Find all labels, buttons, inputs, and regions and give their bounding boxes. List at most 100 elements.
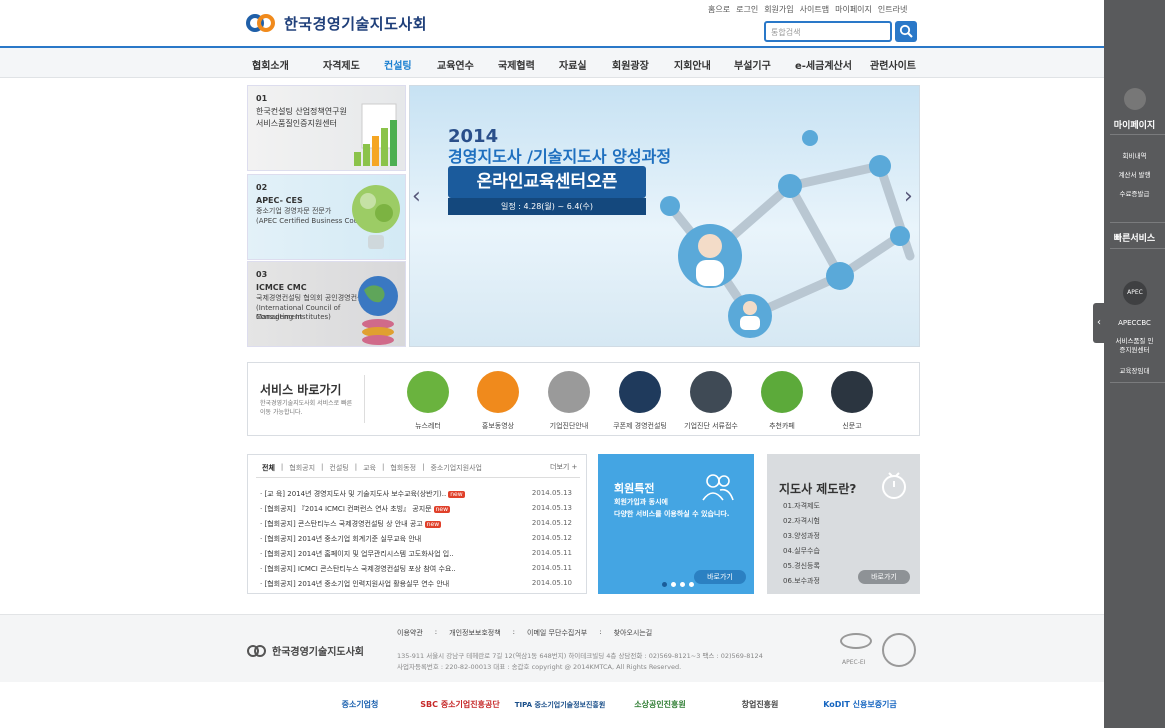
util-link-sitemap[interactable]: 사이트맵 (800, 4, 829, 15)
list-item[interactable]: · [협회공지] 2014년 중소기업 인력지원사업 활용실무 연수 안내 201… (260, 579, 580, 592)
list-item-date: 2014.05.10 (531, 579, 572, 587)
list-item-title: [협회공지] ICMCI 콘스탄티누스 국제경영컨설팅 포상 참여 수요.. (264, 565, 456, 573)
partner-logo-kodit[interactable]: KoDIT 신용보증기금 (810, 694, 910, 716)
list-item[interactable]: 01.자격제도 (783, 499, 820, 514)
nav-item-consulting[interactable]: 컨설팅 (384, 57, 437, 72)
tab-sme-support[interactable]: 중소기업지원사업 (430, 463, 482, 473)
util-link-home[interactable]: 홈으로 (708, 4, 730, 15)
nav-item-library[interactable]: 자료실 (559, 57, 612, 72)
site-logo[interactable]: 한국경영기술지도사회 (246, 12, 427, 34)
partner-logo-semas[interactable]: 소상공인진흥원 (610, 694, 710, 716)
partner-logo-kised[interactable]: 창업진흥원 (710, 694, 810, 716)
list-item[interactable]: 05.경신등록 (783, 559, 820, 574)
dot[interactable] (662, 582, 667, 587)
dot[interactable] (680, 582, 685, 587)
logo-mark-icon (246, 12, 280, 34)
sidebar-link-room-rental[interactable]: 교육장임대 (1104, 365, 1165, 375)
nav-item-certification[interactable]: 자격제도 (323, 57, 384, 72)
shortcut-document-submit[interactable]: 기업진단 서류접수 (676, 371, 746, 431)
shortcut-coupon-consulting[interactable]: 쿠폰제 경영컨설팅 (605, 371, 675, 431)
lightbulb-tree-icon (352, 185, 400, 249)
footer-link-terms[interactable]: 이용약관 (397, 628, 423, 638)
list-item[interactable]: 02.자격시험 (783, 514, 820, 529)
list-item[interactable]: 04.실무수습 (783, 544, 820, 559)
feature-box-apec-ces[interactable]: 02 APEC- CES 중소기업 경영자문 전문가 (APEC Certifi… (247, 174, 406, 260)
icmci-seal-icon (882, 633, 916, 667)
util-link-login[interactable]: 로그인 (736, 4, 758, 15)
nav-item-affiliates[interactable]: 부설기구 (734, 57, 795, 72)
footer-logo: 한국경영기술지도사회 (246, 643, 364, 658)
shortcut-cafe[interactable]: 추천카페 (747, 371, 817, 431)
partner-logo-smba[interactable]: 중소기업청 (310, 694, 410, 716)
list-item[interactable]: · [협회공지] 콘스탄티누스 국제경영컨설팅 상 안내 공고 new 2014.0… (260, 519, 580, 532)
feature-box-service-quality[interactable]: 01 한국컨설팅 산업정책연구원 서비스품질인증지원센터 (247, 85, 406, 171)
list-item[interactable]: · [교 육] 2014년 경영지도사 및 기술지도사 보수교육(상반기).. n… (260, 489, 580, 502)
nav-item-e-tax[interactable]: e-세금계산서 (795, 57, 870, 72)
sidebar-link-service-quality[interactable]: 서비스품질 인증지원센터 (1104, 337, 1165, 355)
search-button[interactable] (895, 21, 917, 42)
partner-logo-tipa[interactable]: TIPA 중소기업기술정보진흥원 (510, 694, 610, 716)
nav-item-international[interactable]: 국제협력 (498, 57, 559, 72)
coffee-cup-icon (761, 371, 803, 413)
tab-activities[interactable]: 협회동정 (390, 463, 416, 473)
divider (1110, 248, 1165, 249)
divider (256, 477, 580, 478)
footer-link-privacy[interactable]: 개인정보보호정책 (449, 628, 501, 638)
search-input[interactable]: 통합검색 (764, 21, 892, 42)
util-link-mypage[interactable]: 마이페이지 (835, 4, 872, 15)
sidebar-link-certificate[interactable]: 수료증발급 (1104, 188, 1165, 198)
sidebar-link-apeccbc[interactable]: APECCBC (1104, 319, 1165, 327)
list-item[interactable]: · [협회공지] 2014년 홈페이지 및 업무관리시스템 고도화사업 입.. 2… (260, 549, 580, 562)
utility-links: 홈으로 로그인 회원가입 사이트맵 마이페이지 인트라넷 (708, 4, 907, 15)
list-item-title: [협회공지] 2014년 중소기업 인력지원사업 활용실무 연수 안내 (264, 580, 450, 588)
banner-prev-icon[interactable]: ‹ (412, 184, 421, 209)
feature-box-icmce-cmc[interactable]: 03 ICMCE CMC 국제경영컨설팅 협의회 공인경영컨설턴트 (Inter… (247, 261, 406, 347)
footer-link-email-refusal[interactable]: 이메일 무단수집거부 (527, 628, 587, 638)
list-item[interactable]: · [협회공지] 2014년 중소기업 회계기준 실무교육 안내 2014.05.… (260, 534, 580, 547)
member-benefits-box[interactable]: 회원특전 회원가입과 동시에 다양한 서비스를 이용하실 수 있습니다. 바로가… (598, 454, 754, 594)
service-shortcuts-title: 서비스 바로가기 (260, 383, 342, 397)
sidebar-mypage[interactable]: 마이페이지 (1104, 118, 1165, 131)
divider (1110, 382, 1165, 383)
shortcut-petition[interactable]: 신문고 (817, 371, 887, 431)
more-link[interactable]: 더보기 + (550, 462, 577, 472)
list-item[interactable]: · [협회공지] ICMCI 콘스탄티누스 국제경영컨설팅 포상 참여 수요..… (260, 564, 580, 577)
sidebar-link-invoice[interactable]: 계산서 발행 (1104, 169, 1165, 179)
list-item[interactable]: 03.양성과정 (783, 529, 820, 544)
member-benefits-desc2: 다양한 서비스를 이용하실 수 있습니다. (614, 510, 730, 518)
footer-address: 135-911 서울시 강남구 테헤란로 7길 12(역삼1동 648번지) 하… (397, 651, 763, 673)
dot[interactable] (689, 582, 694, 587)
list-item[interactable]: · [협회공지] 『2014 ICMCI 컨퍼런스 연사 초빙』 공지문 new 2… (260, 504, 580, 517)
util-link-intranet[interactable]: 인트라넷 (878, 4, 907, 15)
dot[interactable] (671, 582, 676, 587)
list-item[interactable]: 06.보수과정 (783, 574, 820, 589)
microphone-icon (831, 371, 873, 413)
nav-item-members[interactable]: 회원광장 (612, 57, 674, 72)
shortcut-diagnosis-guide[interactable]: 기업진단안내 (534, 371, 604, 431)
banner-course: 경영지도사 /기술지도사 양성과정 (448, 147, 672, 166)
consultant-go-button[interactable]: 바로가기 (858, 570, 910, 584)
footer-link-directions[interactable]: 찾아오시는길 (614, 628, 653, 638)
tab-consulting[interactable]: 컨설팅 (329, 463, 348, 473)
main-banner[interactable]: 2014 경영지도사 /기술지도사 양성과정 온라인교육센터오픈 일정 : 4.… (409, 85, 920, 347)
sidebar-link-dues[interactable]: 회비내역 (1104, 150, 1165, 160)
partner-logo-sbc[interactable]: SBC 중소기업진흥공단 (410, 694, 510, 716)
tab-all[interactable]: 전체 (262, 463, 275, 473)
nav-item-about[interactable]: 협회소개 (252, 57, 323, 72)
tab-education[interactable]: 교육 (363, 463, 376, 473)
nav-item-education[interactable]: 교육연수 (437, 57, 498, 72)
shortcut-newsletter[interactable]: 뉴스레터 (393, 371, 463, 431)
nav-item-branches[interactable]: 지회안내 (674, 57, 734, 72)
util-link-join[interactable]: 회원가입 (764, 4, 793, 15)
sidebar-toggle-chevron-icon[interactable]: ‹ (1093, 303, 1105, 343)
apec-icon: APEC (1123, 281, 1147, 305)
banner-next-icon[interactable]: › (904, 184, 913, 209)
divider (364, 375, 365, 423)
tab-notice[interactable]: 협회공지 (289, 463, 315, 473)
member-go-button[interactable]: 바로가기 (694, 570, 746, 584)
quick-sidebar: 마이페이지 회비내역 계산서 발행 수료증발급 빠른서비스 APEC APECC… (1104, 0, 1165, 728)
shortcut-promo-video[interactable]: 홍보동영상 (463, 371, 533, 431)
newsletter-icon (407, 371, 449, 413)
consultant-system-box[interactable]: 지도사 제도란? 01.자격제도 02.자격시험 03.양성과정 04.실무수습… (767, 454, 920, 594)
nav-item-related-sites[interactable]: 관련사이트 (870, 57, 916, 72)
